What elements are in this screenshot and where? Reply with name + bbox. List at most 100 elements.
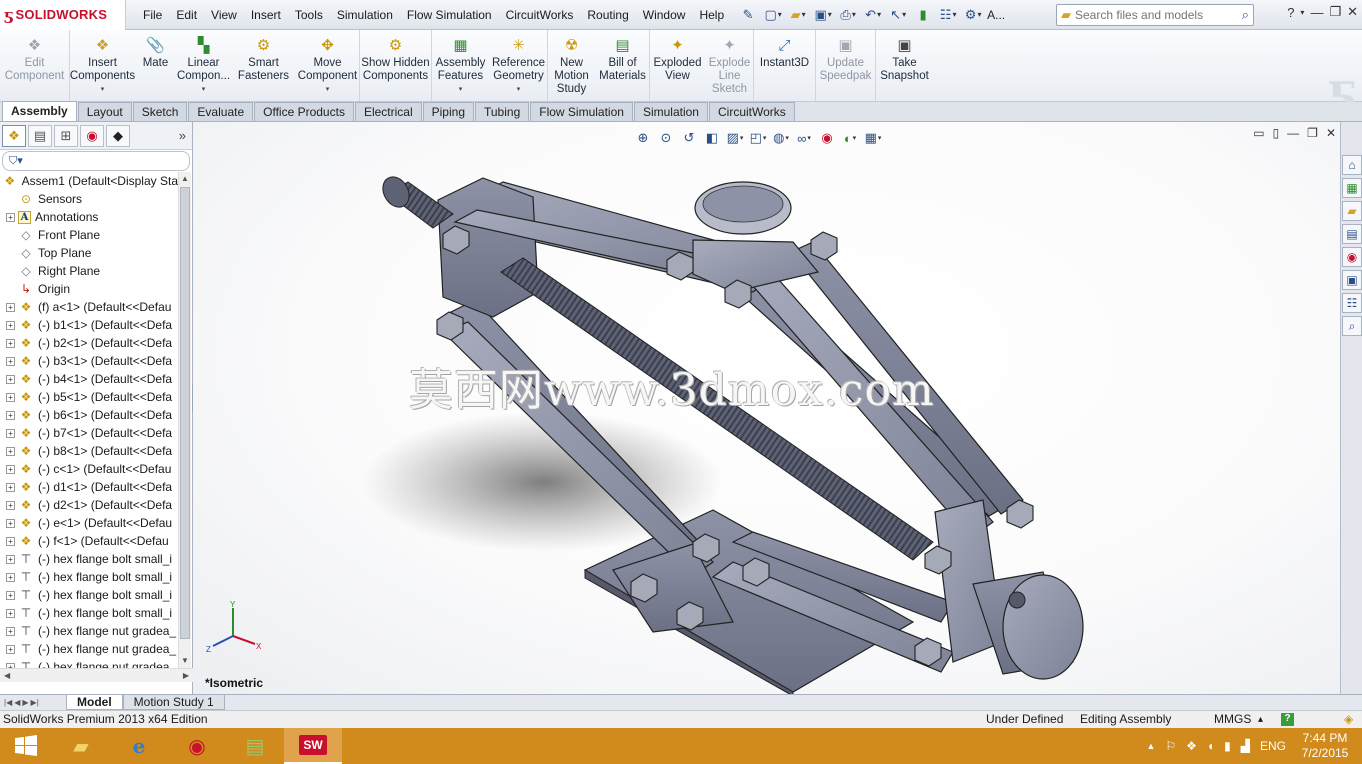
custom-properties-icon[interactable]: ▣ bbox=[1342, 270, 1362, 290]
show-hidden-icons-icon[interactable]: ▲ bbox=[1146, 741, 1155, 751]
menu-view[interactable]: View bbox=[204, 0, 244, 30]
tree-item[interactable]: ◇ Top Plane bbox=[0, 244, 178, 262]
save-icon[interactable]: ▣ ▾ bbox=[812, 5, 834, 25]
tab-model[interactable]: Model bbox=[66, 695, 123, 710]
tree-vertical-scrollbar[interactable]: ▲ ▼ bbox=[178, 172, 191, 668]
assembly-features-button[interactable]: ▦ Assembly Features ▾ bbox=[432, 30, 490, 101]
chrome-taskbar-icon[interactable]: ◉ bbox=[168, 728, 226, 764]
tree-item[interactable]: + ❖ (-) b1<1> (Default<<Defa bbox=[0, 316, 178, 334]
chevron-down-icon[interactable]: ▾ bbox=[1300, 8, 1304, 17]
menu-flow-simulation[interactable]: Flow Simulation bbox=[400, 0, 499, 30]
tree-item[interactable]: + ❖ (-) b6<1> (Default<<Defa bbox=[0, 406, 178, 424]
new-motion-study-button[interactable]: ☢ New Motion Study bbox=[548, 30, 596, 101]
last-tab-icon[interactable]: ▶| bbox=[31, 698, 39, 707]
tree-item[interactable]: + ❖ (f) a<1> (Default<<Defau bbox=[0, 298, 178, 316]
scroll-right-icon[interactable]: ▶ bbox=[183, 669, 189, 682]
expand-icon[interactable]: + bbox=[6, 446, 15, 456]
solidworks-logo[interactable]: ƽ SOLIDWORKS bbox=[0, 0, 126, 30]
language-indicator[interactable]: ENG bbox=[1260, 739, 1286, 753]
search-icon[interactable]: ⌕ bbox=[1242, 7, 1249, 23]
reference-geometry-button[interactable]: ✳ Reference Geometry ▾ bbox=[490, 30, 548, 101]
tree-root-assembly[interactable]: ❖ Assem1 (Default<Display Sta bbox=[0, 172, 178, 190]
menu-routing[interactable]: Routing bbox=[580, 0, 635, 30]
network-icon[interactable]: ▟ bbox=[1241, 739, 1250, 753]
exploded-view-button[interactable]: ✦ Exploded View bbox=[650, 30, 706, 101]
expand-icon[interactable]: + bbox=[6, 626, 15, 636]
bill-of-materials-button[interactable]: ▤ Bill of Materials bbox=[596, 30, 650, 101]
tree-item[interactable]: + ⊤ (-) hex flange nut gradea bbox=[0, 658, 178, 668]
tree-item[interactable]: + ❖ (-) b4<1> (Default<<Defa bbox=[0, 370, 178, 388]
menu-edit[interactable]: Edit bbox=[169, 0, 204, 30]
tab-piping[interactable]: Piping bbox=[422, 102, 474, 121]
scroll-down-icon[interactable]: ▼ bbox=[179, 654, 191, 668]
notepad-taskbar-icon[interactable]: ▤ bbox=[226, 728, 284, 764]
expand-icon[interactable]: + bbox=[6, 374, 15, 384]
expand-icon[interactable]: + bbox=[6, 482, 15, 492]
expand-icon[interactable]: + bbox=[6, 302, 15, 312]
solidworks-taskbar-icon[interactable]: SW bbox=[284, 728, 342, 764]
graphics-area[interactable]: ⊕ ⊙ ↺ ◧ ▨ ▾ ◰ ▾ ◍ ▾ ∞ ▾ ◉ ◐ ▾ ▦ ▾ ▭ ▯ — ❐ ✕ bbox=[193, 122, 1340, 694]
tab-evaluate[interactable]: Evaluate bbox=[188, 102, 254, 121]
tab-layout[interactable]: Layout bbox=[77, 102, 132, 121]
tag-icon[interactable]: ◈ bbox=[1344, 711, 1353, 728]
mate-button[interactable]: 📎 Mate bbox=[136, 30, 176, 101]
flag-icon[interactable]: ⚐ bbox=[1165, 739, 1176, 753]
menu-file[interactable]: File bbox=[136, 0, 169, 30]
edit-component-button[interactable]: ❖ Edit Component bbox=[0, 30, 70, 101]
linear-pattern-button[interactable]: ▚ Linear Compon... ▾ bbox=[176, 30, 232, 101]
feature-manager-tab-icon[interactable]: ❖ bbox=[2, 124, 26, 147]
chevron-down-icon[interactable]: ▾ bbox=[202, 83, 206, 96]
close-icon[interactable]: ✕ bbox=[1347, 4, 1358, 20]
move-component-button[interactable]: ✥ Move Component ▾ bbox=[296, 30, 360, 101]
expand-icon[interactable]: + bbox=[6, 644, 15, 654]
units-arrow-icon[interactable]: ▴ bbox=[1258, 711, 1263, 728]
tree-item[interactable]: + ⊤ (-) hex flange bolt small_i bbox=[0, 568, 178, 586]
expand-icon[interactable]: + bbox=[6, 320, 15, 330]
tree-item[interactable]: + ⊤ (-) hex flange bolt small_i bbox=[0, 586, 178, 604]
forum-icon[interactable]: ☷ bbox=[1342, 293, 1362, 313]
first-tab-icon[interactable]: |◀ bbox=[4, 698, 12, 707]
expand-icon[interactable]: + bbox=[6, 392, 15, 402]
open-document-icon[interactable]: ▰ ▾ bbox=[787, 5, 809, 25]
tree-item[interactable]: + ❖ (-) d1<1> (Default<<Defa bbox=[0, 478, 178, 496]
expand-icon[interactable]: + bbox=[6, 428, 15, 438]
tree-item[interactable]: ◇ Right Plane bbox=[0, 262, 178, 280]
scroll-up-icon[interactable]: ▲ bbox=[179, 172, 191, 186]
tab-tubing[interactable]: Tubing bbox=[475, 102, 530, 121]
expand-icon[interactable]: + bbox=[6, 212, 15, 222]
undo-icon[interactable]: ↶ ▾ bbox=[862, 5, 884, 25]
tree-item[interactable]: + ⊤ (-) hex flange nut gradea_ bbox=[0, 640, 178, 658]
menu-tools[interactable]: Tools bbox=[288, 0, 330, 30]
tree-item[interactable]: ↳ Origin bbox=[0, 280, 178, 298]
expand-icon[interactable]: + bbox=[6, 572, 15, 582]
expand-icon[interactable]: + bbox=[6, 356, 15, 366]
expand-icon[interactable]: + bbox=[6, 608, 15, 618]
instant3d-button[interactable]: ⤢ Instant3D bbox=[754, 30, 816, 101]
tree-filter[interactable]: ⛉▾ bbox=[2, 151, 190, 171]
tree-item[interactable]: + ⊤ (-) hex flange bolt small_i bbox=[0, 604, 178, 622]
chevron-down-icon[interactable]: ▾ bbox=[101, 83, 105, 96]
tree-item[interactable]: + ❖ (-) b8<1> (Default<<Defa bbox=[0, 442, 178, 460]
units-selector[interactable]: MMGS bbox=[1214, 711, 1251, 728]
tree-item[interactable]: + ❖ (-) b5<1> (Default<<Defa bbox=[0, 388, 178, 406]
expand-icon[interactable]: + bbox=[6, 410, 15, 420]
menu-window[interactable]: Window bbox=[636, 0, 693, 30]
help-icon[interactable]: ? bbox=[1287, 5, 1294, 20]
file-properties-icon[interactable]: ☷ ▾ bbox=[937, 5, 959, 25]
chevron-down-icon[interactable]: ▾ bbox=[326, 83, 330, 96]
tree-item[interactable]: + ❖ (-) f<1> (Default<<Defau bbox=[0, 532, 178, 550]
search-input[interactable] bbox=[1075, 8, 1215, 22]
tab-electrical[interactable]: Electrical bbox=[354, 102, 422, 121]
volume-icon[interactable]: ◖ bbox=[1207, 739, 1214, 753]
search-box[interactable]: ▰ ⌕ bbox=[1056, 4, 1254, 26]
explode-line-sketch-button[interactable]: ✦ Explode Line Sketch bbox=[706, 30, 754, 101]
print-icon[interactable]: ⎙ ▾ bbox=[837, 5, 859, 25]
file-explorer-taskbar-icon[interactable]: ▰ bbox=[52, 728, 110, 764]
configuration-manager-tab-icon[interactable]: ⊞ bbox=[54, 124, 78, 147]
expand-panel-icon[interactable]: » bbox=[179, 128, 186, 143]
restore-icon[interactable]: ❐ bbox=[1329, 4, 1341, 20]
smart-fasteners-button[interactable]: ⚙ Smart Fasteners bbox=[232, 30, 296, 101]
tree-item[interactable]: + ❖ (-) b3<1> (Default<<Defa bbox=[0, 352, 178, 370]
show-hidden-components-button[interactable]: ⚙ Show Hidden Components bbox=[360, 30, 432, 101]
internet-explorer-taskbar-icon[interactable]: e bbox=[110, 728, 168, 764]
